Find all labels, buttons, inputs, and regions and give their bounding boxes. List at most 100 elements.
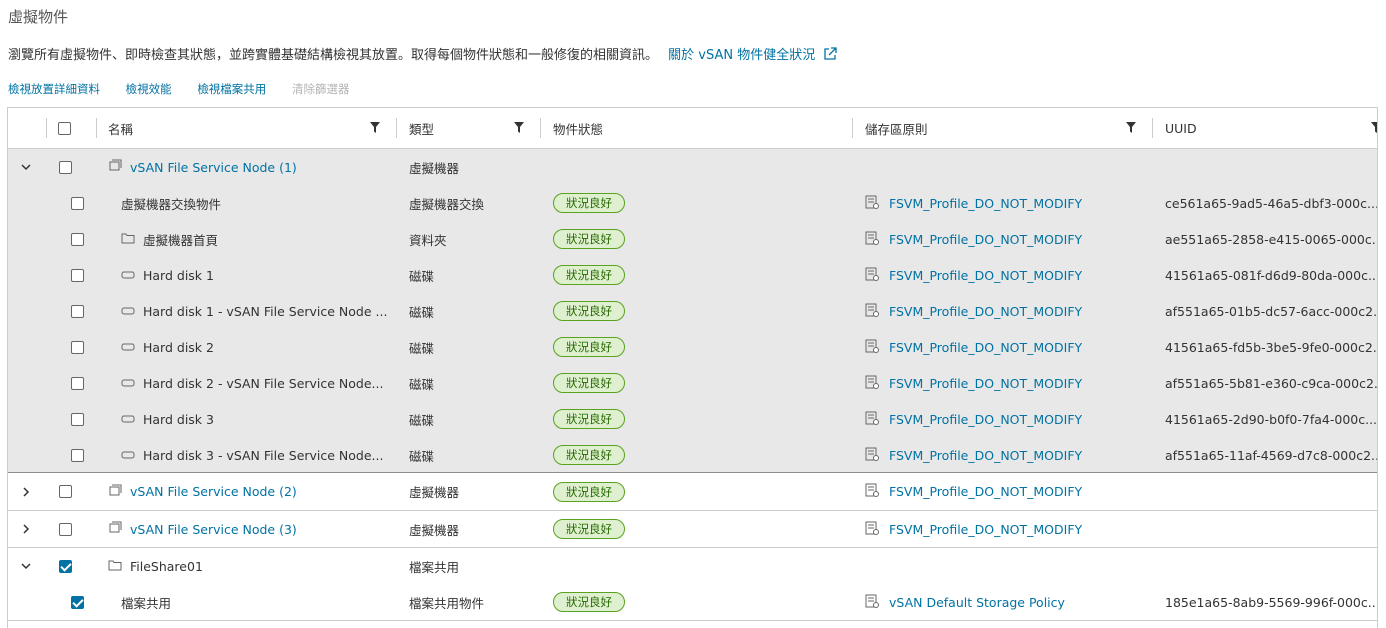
action-bar: 檢視放置詳細資料 檢視效能 檢視檔案共用 清除篩選器 xyxy=(8,81,371,97)
row-checkbox[interactable] xyxy=(59,160,72,174)
policy-link[interactable]: FSVM_Profile_DO_NOT_MODIFY xyxy=(889,484,1082,499)
disk-icon xyxy=(121,376,135,391)
status-badge: 狀況良好 xyxy=(553,409,625,429)
storage-policy-icon xyxy=(865,267,879,284)
policy-link[interactable]: FSVM_Profile_DO_NOT_MODIFY xyxy=(889,232,1082,247)
row-checkbox[interactable] xyxy=(71,304,84,318)
object-name: 虛擬機器交換物件 xyxy=(121,196,222,212)
column-header-state[interactable]: 物件狀態 xyxy=(553,108,603,148)
policy-link[interactable]: FSVM_Profile_DO_NOT_MODIFY xyxy=(889,196,1082,211)
table-row[interactable]: Hard disk 2 - vSAN File Service Node... 磁… xyxy=(8,365,1377,401)
object-type: 磁碟 xyxy=(409,340,435,356)
view-performance-button[interactable]: 檢視效能 xyxy=(126,82,172,96)
filter-icon[interactable] xyxy=(1371,122,1377,136)
column-header-type[interactable]: 類型 xyxy=(409,108,434,148)
object-uuid: ce561a65-9ad5-46a5-dbf3-000c... xyxy=(1165,195,1378,211)
table-row[interactable]: vSAN File Service Node (1) 虛擬機器 xyxy=(8,149,1377,185)
policy-link[interactable]: FSVM_Profile_DO_NOT_MODIFY xyxy=(889,340,1082,355)
object-uuid: 41561a65-2d90-b0f0-7fa4-000c... xyxy=(1165,411,1378,427)
filter-icon[interactable] xyxy=(514,122,524,136)
row-checkbox[interactable] xyxy=(71,340,84,354)
policy-link[interactable]: FSVM_Profile_DO_NOT_MODIFY xyxy=(889,522,1082,537)
object-uuid: 41561a65-fd5b-3be5-9fe0-000c2... xyxy=(1165,339,1378,355)
object-uuid: ae551a65-2858-e415-0065-000c... xyxy=(1165,231,1378,247)
policy-link[interactable]: FSVM_Profile_DO_NOT_MODIFY xyxy=(889,376,1082,391)
status-badge: 狀況良好 xyxy=(553,265,625,285)
storage-policy-icon xyxy=(865,447,879,464)
external-link-icon[interactable] xyxy=(823,47,838,65)
table-row[interactable]: Hard disk 1 - vSAN File Service Node ...… xyxy=(8,293,1377,329)
object-name-link[interactable]: vSAN File Service Node (3) xyxy=(130,522,297,537)
status-badge: 狀況良好 xyxy=(553,229,625,249)
row-checkbox[interactable] xyxy=(71,412,84,426)
chevron-down-icon[interactable] xyxy=(20,149,32,185)
view-file-share-button[interactable]: 檢視檔案共用 xyxy=(197,82,266,96)
object-uuid: 41561a65-081f-d6d9-80da-000c... xyxy=(1165,267,1378,283)
status-badge: 狀況良好 xyxy=(553,301,625,321)
object-type: 資料夾 xyxy=(409,232,447,248)
storage-policy-icon xyxy=(865,375,879,392)
table-row[interactable]: 虛擬機器首頁 資料夾 狀況良好 FSVM_Profile_DO_NOT_MODIFY a… xyxy=(8,221,1377,257)
policy-link[interactable]: FSVM_Profile_DO_NOT_MODIFY xyxy=(889,304,1082,319)
disk-icon xyxy=(121,448,135,463)
object-uuid: af551a65-11af-4569-d7c8-000c2... xyxy=(1165,447,1378,463)
row-checkbox[interactable] xyxy=(71,376,84,390)
table-row[interactable]: vSAN File Service Node (2) 虛擬機器 狀況良好 FSV… xyxy=(8,473,1377,510)
storage-policy-icon xyxy=(865,303,879,320)
status-badge: 狀況良好 xyxy=(553,193,625,213)
table-row[interactable]: Hard disk 3 磁碟 狀況良好 FSVM_Profile_DO_NOT_MOD… xyxy=(8,401,1377,437)
view-placement-button[interactable]: 檢視放置詳細資料 xyxy=(8,82,100,96)
policy-link[interactable]: FSVM_Profile_DO_NOT_MODIFY xyxy=(889,448,1082,463)
chevron-right-icon[interactable] xyxy=(20,511,32,547)
vm-icon xyxy=(108,484,122,500)
storage-policy-icon xyxy=(865,339,879,356)
filter-icon[interactable] xyxy=(1126,122,1136,136)
object-name: 虛擬機器首頁 xyxy=(143,232,219,248)
policy-link[interactable]: vSAN Default Storage Policy xyxy=(889,595,1065,610)
row-checkbox[interactable] xyxy=(71,595,84,609)
column-header-policy[interactable]: 儲存區原則 xyxy=(865,108,928,148)
object-name-link[interactable]: vSAN File Service Node (1) xyxy=(130,160,297,175)
object-type: 檔案共用物件 xyxy=(409,595,485,611)
table-row[interactable]: Hard disk 3 - vSAN File Service Node... 磁… xyxy=(8,437,1377,473)
table-row[interactable]: 檔案共用 檔案共用物件 狀況良好 vSAN Default Storage Po… xyxy=(8,584,1377,620)
description-text: 瀏覽所有虛擬物件、即時檢查其狀態，並跨實體基礎結構檢視其放置。取得每個物件狀態和… xyxy=(8,48,659,63)
folder-icon xyxy=(108,559,122,574)
chevron-right-icon[interactable] xyxy=(20,473,32,510)
object-type: 磁碟 xyxy=(409,268,435,284)
policy-link[interactable]: FSVM_Profile_DO_NOT_MODIFY xyxy=(889,412,1082,427)
table-row[interactable]: Hard disk 1 磁碟 狀況良好 FSVM_Profile_DO_NOT_MOD… xyxy=(8,257,1377,293)
row-checkbox[interactable] xyxy=(59,522,72,536)
status-badge: 狀況良好 xyxy=(553,481,625,502)
page-title: 虛擬物件 xyxy=(8,8,69,26)
table-row[interactable]: vSAN File Service Node (3) 虛擬機器 狀況良好 FSV… xyxy=(8,511,1377,547)
clear-filter-button: 清除篩選器 xyxy=(291,82,350,96)
row-checkbox[interactable] xyxy=(71,268,84,282)
row-checkbox[interactable] xyxy=(71,232,84,246)
object-type: 磁碟 xyxy=(409,304,435,320)
column-header-name[interactable]: 名稱 xyxy=(108,108,133,148)
status-badge: 狀況良好 xyxy=(553,592,625,612)
folder-icon xyxy=(121,232,135,247)
row-checkbox[interactable] xyxy=(59,485,72,498)
storage-policy-icon xyxy=(865,411,879,428)
help-link[interactable]: 關於 vSAN 物件健全狀況 xyxy=(668,48,815,63)
status-badge: 狀況良好 xyxy=(553,519,625,539)
object-uuid: 185e1a65-8ab9-5569-996f-000c... xyxy=(1165,594,1378,610)
select-all-checkbox[interactable] xyxy=(58,121,71,135)
row-checkbox[interactable] xyxy=(71,196,84,210)
filter-icon[interactable] xyxy=(370,122,380,136)
row-checkbox[interactable] xyxy=(71,448,84,462)
disk-icon xyxy=(121,412,135,427)
object-name: Hard disk 2 - vSAN File Service Node... xyxy=(143,375,384,391)
object-name-link[interactable]: vSAN File Service Node (2) xyxy=(130,484,297,499)
disk-icon xyxy=(121,304,135,319)
table-row[interactable]: Hard disk 2 磁碟 狀況良好 FSVM_Profile_DO_NOT_MOD… xyxy=(8,329,1377,365)
chevron-down-icon[interactable] xyxy=(20,548,32,584)
policy-link[interactable]: FSVM_Profile_DO_NOT_MODIFY xyxy=(889,268,1082,283)
column-header-uuid[interactable]: UUID xyxy=(1165,108,1197,148)
row-checkbox[interactable] xyxy=(59,559,72,573)
table-row[interactable]: 虛擬機器交換物件 虛擬機器交換 狀況良好 FSVM_Profile_DO_NOT_MO… xyxy=(8,185,1377,221)
table-row[interactable]: FileShare01 檔案共用 xyxy=(8,548,1377,584)
object-name: Hard disk 2 xyxy=(143,339,214,355)
